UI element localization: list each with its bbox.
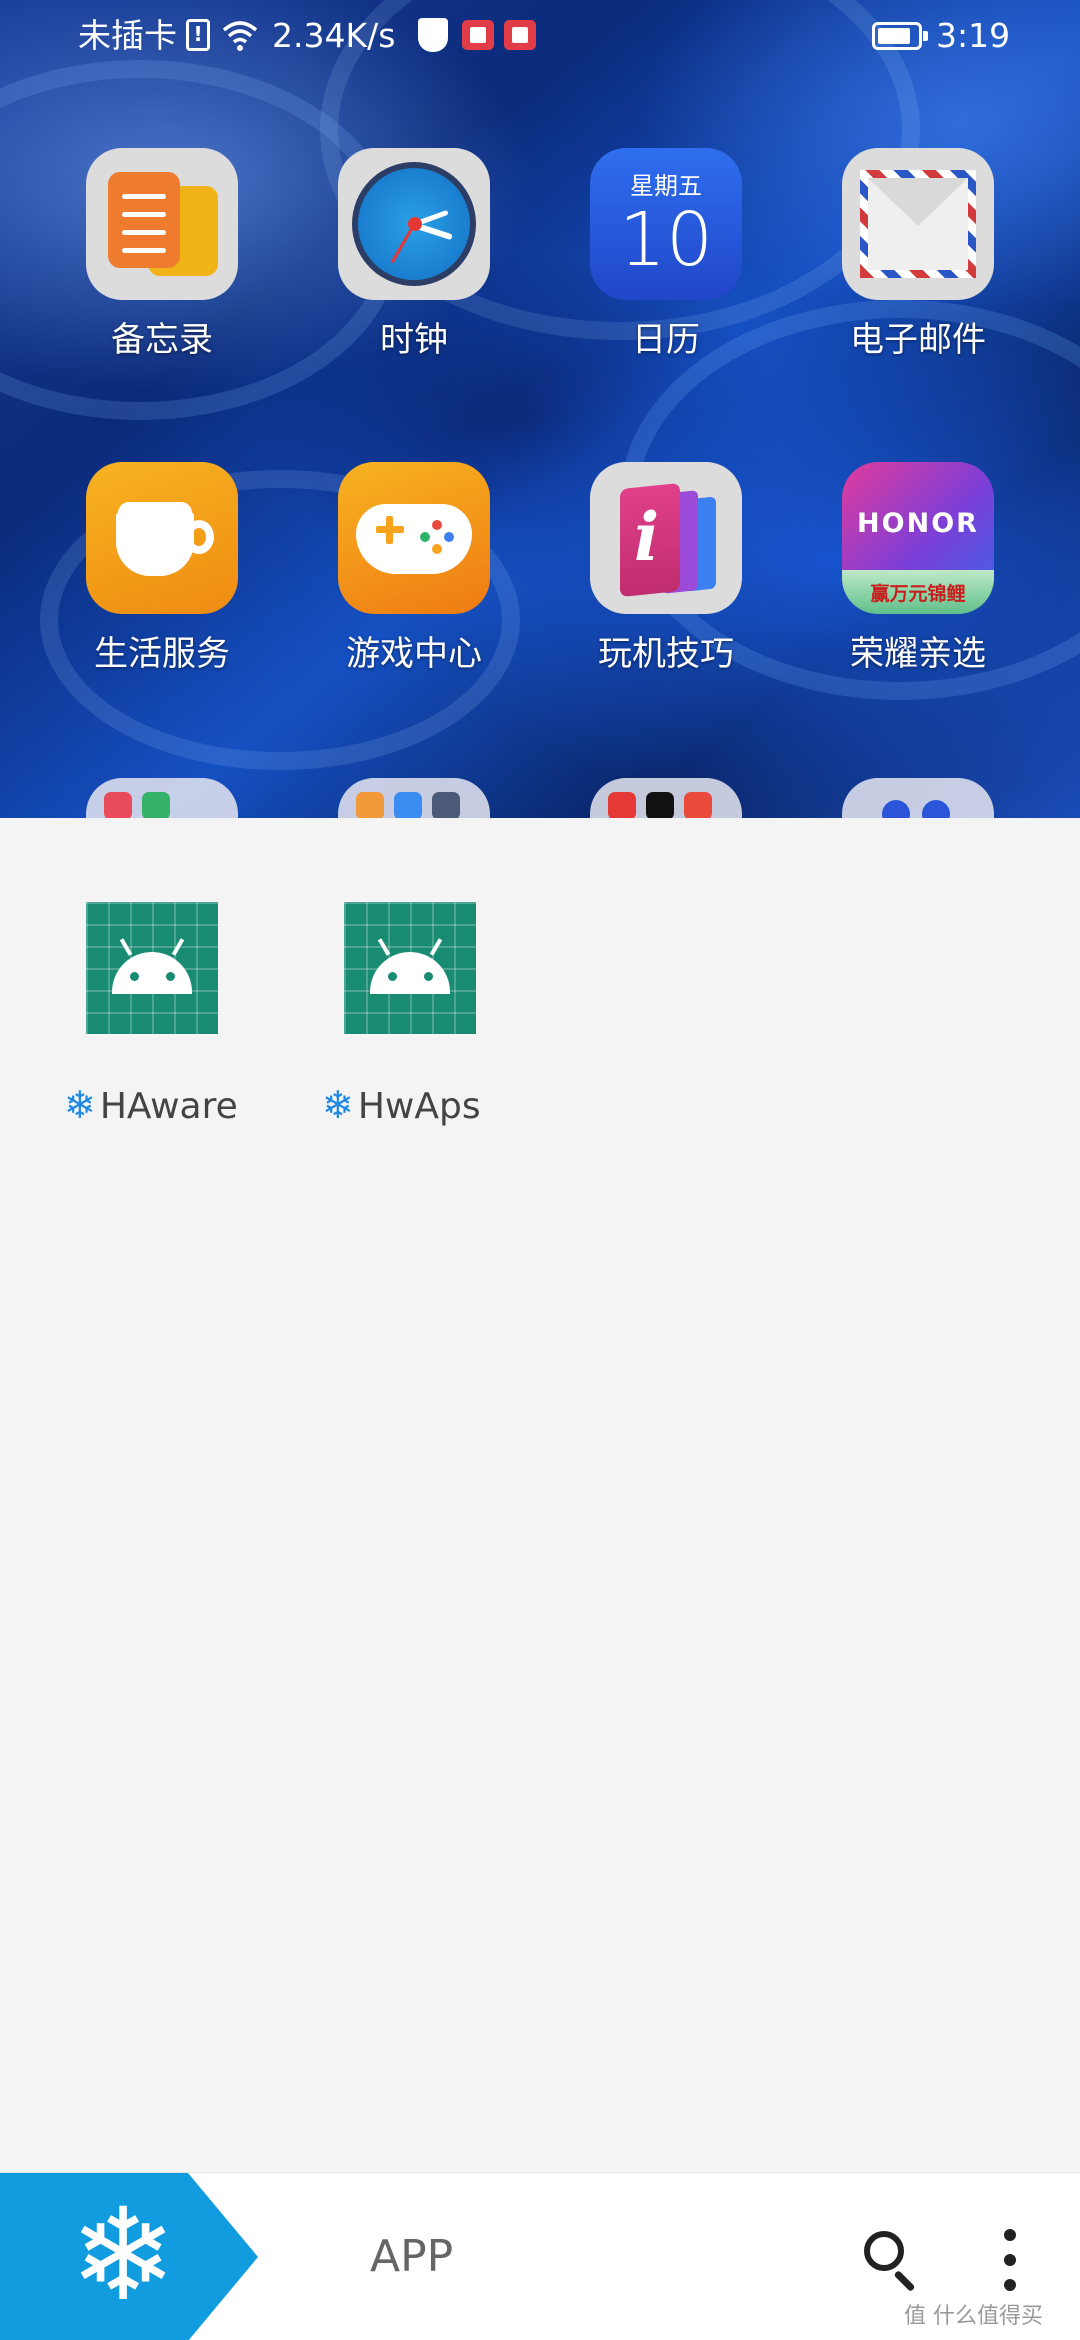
snowflake-icon: ❄ <box>322 1083 354 1127</box>
battery-icon <box>872 22 928 50</box>
folder-icon[interactable] <box>338 778 490 818</box>
carrier-text: 未插卡 <box>78 16 177 55</box>
home-screen-background: 未插卡 ! 2.34K/s 3:19 备忘录 时钟 星期五 10 日历 电子邮件… <box>0 0 1080 818</box>
honor-promo-text: 赢万元锦鲤 <box>870 583 966 605</box>
network-speed: 2.34K/s <box>272 16 396 55</box>
memo-icon <box>86 148 238 300</box>
app-life-services[interactable]: 生活服务 <box>62 462 262 676</box>
app-label: 玩机技巧 <box>598 634 734 674</box>
app-label: 荣耀亲选 <box>850 634 986 674</box>
paw-app-icon[interactable] <box>842 778 994 818</box>
wifi-icon <box>220 16 260 65</box>
frozen-apps-panel: ❄ HAware ❄ HwAps <box>0 818 1080 2172</box>
app-label: HwAps <box>357 1086 481 1127</box>
app-label: HAware <box>99 1086 238 1127</box>
book-notification-icon <box>462 20 494 50</box>
app-game-center[interactable]: 游戏中心 <box>314 462 514 676</box>
shield-icon <box>418 18 448 52</box>
more-vertical-icon <box>1004 2229 1016 2241</box>
tips-icon: i <box>590 462 742 614</box>
app-label: 日历 <box>632 320 700 360</box>
app-honor-store[interactable]: HONOR 赢万元锦鲤 荣耀亲选 <box>818 462 1018 676</box>
calendar-day: 10 <box>618 197 714 283</box>
snowflake-icon: ❄ <box>69 2181 177 2330</box>
app-tips[interactable]: i 玩机技巧 <box>566 462 766 676</box>
folder-icon[interactable] <box>86 778 238 818</box>
honor-brand-text: HONOR <box>857 508 979 539</box>
snowflake-icon: ❄ <box>64 1083 96 1127</box>
search-button[interactable] <box>856 2223 928 2295</box>
coffee-cup-icon <box>86 462 238 614</box>
app-email[interactable]: 电子邮件 <box>818 148 1018 362</box>
status-bar: 未插卡 ! 2.34K/s 3:19 <box>0 0 1080 72</box>
android-icon <box>344 902 476 1034</box>
app-clock[interactable]: 时钟 <box>314 148 514 362</box>
app-label: 电子邮件 <box>850 320 986 360</box>
honor-store-icon: HONOR 赢万元锦鲤 <box>842 462 994 614</box>
calendar-notification-icon <box>504 20 536 50</box>
app-logo-tab[interactable]: ❄ <box>0 2173 258 2340</box>
page-title: APP <box>370 2231 454 2282</box>
folder-icon[interactable] <box>590 778 742 818</box>
app-memo[interactable]: 备忘录 <box>62 148 262 362</box>
watermark: 值 什么值得买 <box>904 2304 1043 2329</box>
calendar-icon: 星期五 10 <box>590 148 742 300</box>
more-options-button[interactable] <box>990 2225 1030 2295</box>
app-label: 备忘录 <box>111 320 213 360</box>
android-icon <box>86 902 218 1034</box>
email-icon <box>842 148 994 300</box>
app-label: 游戏中心 <box>346 634 482 674</box>
clock-icon <box>338 148 490 300</box>
calendar-weekday: 星期五 <box>630 172 702 200</box>
app-label: 时钟 <box>380 320 448 360</box>
clock-time: 3:19 <box>936 16 1011 55</box>
sim-alert-icon: ! <box>186 19 210 51</box>
gamepad-icon <box>338 462 490 614</box>
app-label: 生活服务 <box>94 634 230 674</box>
app-calendar[interactable]: 星期五 10 日历 <box>566 148 766 362</box>
